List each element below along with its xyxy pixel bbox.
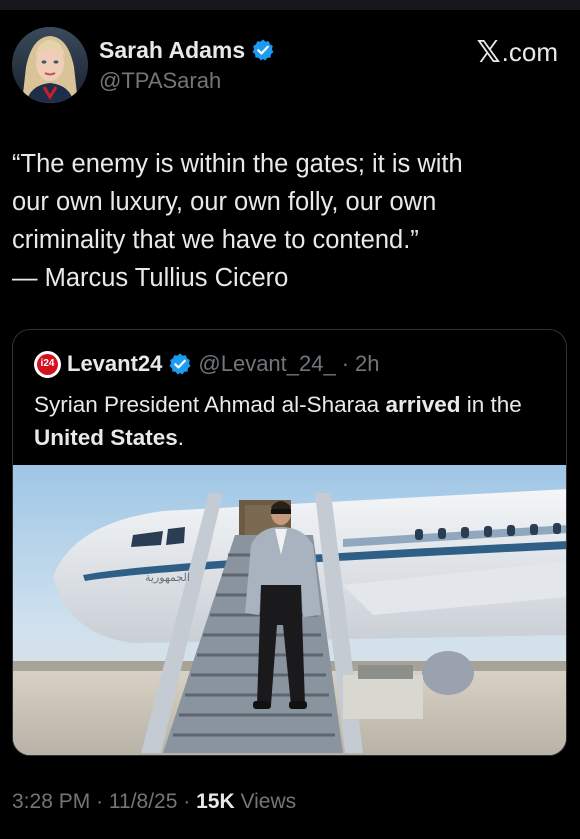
tweet-date[interactable]: 11/8/25 [109,790,178,813]
svg-text:الجمهورية: الجمهورية [145,571,190,584]
quote-text-part: Syrian President Ahmad al-Sharaa [34,392,386,417]
airplane-stairs-photo-icon: الجمهورية [13,465,566,755]
quote-text-part: in the [460,392,522,417]
separator-dot: · [96,790,104,813]
quote-text-bold: arrived [385,392,461,417]
separator-dot: · [341,351,350,376]
verified-badge-icon [251,38,275,62]
quoted-author-avatar[interactable]: i24 [34,350,61,378]
quoted-tweet-time[interactable]: 2h [355,351,379,377]
x-com-logo: 𝕏 .com [476,35,558,70]
author-display-name[interactable]: Sarah Adams [99,37,245,64]
tweet-line: — Marcus Tullius Cicero [12,264,289,292]
quoted-author-handle[interactable]: @Levant_24_ [198,351,335,377]
tweet-line: “The enemy is within the gates; it is wi… [12,150,463,178]
views-count[interactable]: 15K [196,790,235,813]
quoted-tweet-header: i24 Levant24 @Levant_24_ · 2h [34,348,380,380]
quoted-tweet-text: Syrian President Ahmad al-Sharaa arrived… [34,388,554,454]
tweet-line: our own luxury, our own folly, our own [12,188,437,216]
quote-text-part: . [177,425,185,450]
tweet-time[interactable]: 3:28 PM [12,790,90,813]
top-divider [0,0,580,10]
quoted-author-name[interactable]: Levant24 [67,351,162,377]
x-logo-domain: .com [501,37,558,67]
x-logo-icon: 𝕏 [476,36,501,69]
quoted-tweet-image[interactable]: الجمهورية [13,465,566,755]
views-label: Views [240,790,297,813]
levant24-logo-icon: i24 [37,353,58,375]
tweet-body: “The enemy is within the gates; it is wi… [12,145,568,297]
tweet-meta: 3:28 PM · 11/8/25 · 15K Views [12,790,296,814]
separator-dot: · [183,790,191,813]
verified-badge-icon [168,352,192,376]
quote-text-bold: United States [34,425,178,450]
author-avatar[interactable] [12,27,88,103]
author-handle[interactable]: @TPASarah [99,68,221,94]
profile-photo-avatar-icon [12,27,88,103]
tweet-line: criminality that we have to contend.” [12,226,419,254]
quoted-tweet-card[interactable]: i24 Levant24 @Levant_24_ · 2h Syrian Presi… [12,329,567,756]
author-name-row[interactable]: Sarah Adams [99,34,275,66]
